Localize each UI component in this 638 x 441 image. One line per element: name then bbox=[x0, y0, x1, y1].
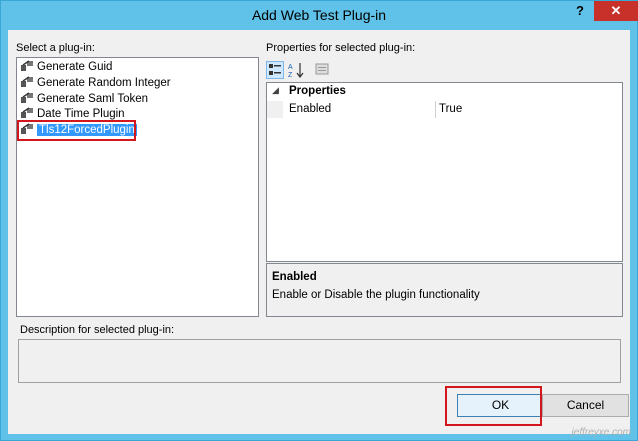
alphabetical-button[interactable]: AZ bbox=[287, 61, 305, 79]
selection-highlight-outline bbox=[17, 120, 136, 141]
property-pages-icon bbox=[315, 63, 329, 75]
list-item[interactable]: Generate Saml Token bbox=[20, 92, 148, 107]
list-item[interactable]: Generate Random Integer bbox=[20, 76, 171, 91]
collapse-icon[interactable]: ◢ bbox=[272, 85, 279, 96]
property-row[interactable]: Enabled True bbox=[267, 101, 622, 118]
list-item[interactable]: Generate Guid bbox=[20, 60, 112, 75]
cancel-button[interactable]: Cancel bbox=[542, 394, 629, 417]
plugin-icon bbox=[21, 76, 33, 87]
property-category-row[interactable]: ◢ Properties bbox=[267, 83, 622, 101]
plugin-item-label: Generate Guid bbox=[37, 61, 113, 73]
property-description-title: Enabled bbox=[272, 271, 317, 283]
plugin-list[interactable]: Generate Guid Generate Random Integer Ge… bbox=[16, 57, 259, 317]
plugin-icon bbox=[21, 60, 33, 71]
plugin-item-label: Generate Saml Token bbox=[37, 93, 149, 105]
close-button[interactable]: ✕ bbox=[594, 1, 638, 21]
description-label: Description for selected plug-in: bbox=[20, 324, 175, 336]
title-bar[interactable]: Add Web Test Plug-in ? ✕ bbox=[1, 1, 638, 29]
property-description-text: Enable or Disable the plugin functionali… bbox=[272, 289, 480, 301]
alphabetical-sort-icon: AZ bbox=[288, 63, 304, 79]
plugin-item-label: Generate Random Integer bbox=[37, 77, 171, 89]
help-button[interactable]: ? bbox=[568, 1, 592, 21]
description-box bbox=[18, 339, 621, 383]
plugin-icon bbox=[21, 107, 33, 118]
row-gutter bbox=[267, 101, 283, 118]
column-divider bbox=[435, 101, 436, 118]
properties-toolbar: AZ bbox=[266, 61, 329, 79]
plugin-list-label: Select a plug-in: bbox=[16, 42, 95, 54]
properties-label: Properties for selected plug-in: bbox=[266, 42, 416, 54]
svg-text:Z: Z bbox=[288, 72, 293, 79]
property-name: Enabled bbox=[289, 103, 332, 115]
svg-text:A: A bbox=[288, 64, 293, 71]
property-description-panel: Enabled Enable or Disable the plugin fun… bbox=[266, 263, 623, 317]
property-category-label: Properties bbox=[289, 85, 346, 97]
dialog-window: Add Web Test Plug-in ? ✕ Select a plug-i… bbox=[0, 0, 638, 441]
plugin-item-label: Date Time Plugin bbox=[37, 108, 125, 120]
property-grid[interactable]: ◢ Properties Enabled True bbox=[266, 82, 623, 262]
categorized-icon bbox=[269, 64, 281, 75]
property-value[interactable]: True bbox=[439, 101, 462, 118]
ok-highlight-outline bbox=[445, 386, 542, 426]
dialog-body: Select a plug-in: Generate Guid Generate… bbox=[8, 30, 630, 434]
dialog-title: Add Web Test Plug-in bbox=[251, 7, 387, 23]
property-pages-button[interactable] bbox=[314, 61, 332, 79]
plugin-icon bbox=[21, 92, 33, 103]
watermark: jeffreyxe.com bbox=[571, 427, 631, 438]
categorized-button[interactable] bbox=[266, 61, 284, 79]
